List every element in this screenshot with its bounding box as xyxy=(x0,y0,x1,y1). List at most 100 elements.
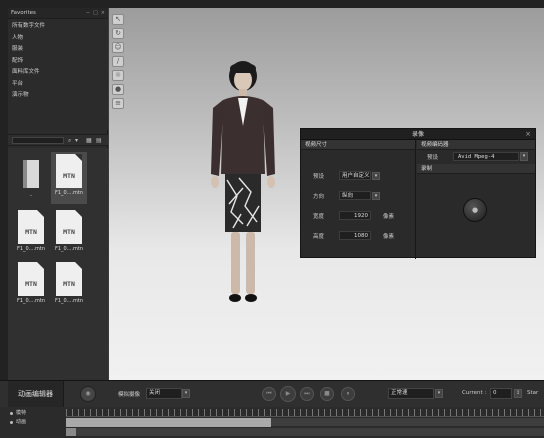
animation-toolbar: 动画编辑器 ◉ 模拟摄像 关闭 ▾ ⏮ ▶ ⏭ ■ ⏸ 正常速 ▾ Curren… xyxy=(0,381,544,407)
file-name: .. xyxy=(29,192,33,198)
encoder-section: 视频编码器 预设 Avid Mpeg-4 ▾ 录制 ● xyxy=(417,140,535,259)
close-icon[interactable]: × xyxy=(101,10,105,16)
file-name: F1_0....mtn xyxy=(54,298,84,304)
height-input[interactable]: 1080 xyxy=(339,231,371,240)
file-item[interactable]: MTN F1_0....mtn xyxy=(51,260,87,312)
file-icon: MTN xyxy=(56,262,82,296)
speed-select[interactable]: 正常速 xyxy=(388,388,434,399)
favorites-header: Favorites − □ × xyxy=(8,8,108,19)
favorites-item[interactable]: 配饰 xyxy=(12,56,104,68)
favorites-item[interactable]: 平台 xyxy=(12,79,104,91)
current-frame-input[interactable]: 0 xyxy=(490,388,512,399)
file-icon: MTN xyxy=(56,154,82,188)
section-header: 录制 xyxy=(417,164,535,174)
maximize-icon[interactable]: □ xyxy=(93,10,98,16)
height-unit: 像素 xyxy=(383,234,395,240)
window-frame-top xyxy=(0,0,544,8)
file-item-parent[interactable]: .. xyxy=(13,154,49,206)
list-view-icon[interactable]: ▤ xyxy=(96,137,102,144)
file-name: F1_0....mtn xyxy=(54,246,84,252)
avatar-mannequin[interactable] xyxy=(203,56,283,311)
left-panel: Favorites − □ × 所有数字文件 人物 服装 配饰 面料库文件 平台… xyxy=(8,8,108,380)
close-icon[interactable]: × xyxy=(525,129,531,140)
file-name: F1_0....mtn xyxy=(16,298,46,304)
encoder-select[interactable]: Avid Mpeg-4 xyxy=(453,152,519,161)
width-unit: 像素 xyxy=(383,214,395,220)
camera-sim-select[interactable]: 关闭 xyxy=(146,388,182,399)
dropdown-icon[interactable]: ▾ xyxy=(75,137,78,144)
width-input[interactable]: 1920 xyxy=(339,211,371,220)
width-label: 宽度 xyxy=(313,214,325,220)
record-button[interactable]: ● xyxy=(463,198,487,222)
timeline: 模特 动画 xyxy=(0,407,544,438)
chevron-down-icon[interactable]: ▾ xyxy=(372,172,380,180)
file-item[interactable]: MTN F1_0....mtn xyxy=(13,208,49,260)
search-icon[interactable]: ⌕ xyxy=(68,137,71,144)
chevron-down-icon[interactable]: ▾ xyxy=(182,389,190,398)
record-dialog: 录像 × 视频尺寸 预设 用户自定义 ▾ 方向 纵向 ▾ 宽度 1920 像素 … xyxy=(300,128,536,259)
light-icon[interactable]: ☼ xyxy=(112,70,124,81)
animation-editor-title: 动画编辑器 xyxy=(8,381,64,407)
favorites-item[interactable]: 演示物 xyxy=(12,90,104,102)
layers-icon[interactable]: ≡ xyxy=(112,98,124,109)
camera-icon[interactable]: ◉ xyxy=(80,386,96,402)
animation-clip[interactable] xyxy=(66,418,271,427)
favorites-list: 所有数字文件 人物 服装 配饰 面料库文件 平台 演示物 xyxy=(8,19,108,104)
3d-viewport[interactable]: ↖ ↻ ☺ ∕ ☼ ● ≡ 录像 × 视频尺寸 预设 用户自定义 ▾ 方向 纵向… xyxy=(109,8,544,380)
current-frame-label: Current : xyxy=(462,390,487,396)
file-icon: MTN xyxy=(18,210,44,244)
favorites-panel: Favorites − □ × 所有数字文件 人物 服装 配饰 面料库文件 平台… xyxy=(8,8,108,130)
section-header: 视频编码器 xyxy=(417,140,535,150)
animation-clip[interactable] xyxy=(66,428,76,436)
height-row: 高度 1080 像素 xyxy=(301,230,416,242)
track-list: 模特 动画 xyxy=(8,409,64,427)
favorites-item[interactable]: 面料库文件 xyxy=(12,67,104,79)
file-item[interactable]: MTN F1_0....mtn xyxy=(51,152,87,204)
encoder-row: 预设 Avid Mpeg-4 ▾ xyxy=(417,150,535,164)
chevron-down-icon[interactable]: ▾ xyxy=(520,152,528,161)
dialog-title: 录像 xyxy=(411,131,424,138)
favorites-item[interactable]: 所有数字文件 xyxy=(12,21,104,33)
favorites-title: Favorites xyxy=(11,10,36,16)
track-name[interactable]: 动画 xyxy=(8,418,64,427)
timeline-lane[interactable] xyxy=(66,428,544,436)
height-label: 高度 xyxy=(313,234,325,240)
cursor-icon[interactable]: ↖ xyxy=(112,14,124,25)
brush-icon[interactable]: ∕ xyxy=(112,56,124,67)
file-item[interactable]: MTN F1_0....mtn xyxy=(13,260,49,312)
video-size-section: 视频尺寸 预设 用户自定义 ▾ 方向 纵向 ▾ 宽度 1920 像素 高度 10… xyxy=(301,140,416,259)
start-label: Star xyxy=(527,390,539,396)
file-path-field[interactable] xyxy=(12,137,64,144)
preset-select[interactable]: 用户自定义 xyxy=(339,171,371,180)
stepper-icon[interactable]: ↕ xyxy=(514,389,522,398)
play-button[interactable]: ▶ xyxy=(280,386,296,402)
skip-forward-button[interactable]: ⏭ xyxy=(300,387,314,401)
chevron-down-icon[interactable]: ▾ xyxy=(435,389,443,398)
direction-select[interactable]: 纵向 xyxy=(339,191,371,200)
width-row: 宽度 1920 像素 xyxy=(301,210,416,222)
camera-icon: ● xyxy=(471,206,479,214)
rotate-icon[interactable]: ↻ xyxy=(112,28,124,39)
preset-label: 预设 xyxy=(313,174,325,180)
sphere-icon[interactable]: ● xyxy=(112,84,124,95)
dialog-title-bar: 录像 × xyxy=(301,129,535,140)
file-item[interactable]: MTN F1_0....mtn xyxy=(51,208,87,260)
file-browser-toolbar: ⌕ ▾ ▦ ▤ xyxy=(8,134,108,146)
stop-button[interactable]: ■ xyxy=(320,387,334,401)
viewport-toolbar: ↖ ↻ ☺ ∕ ☼ ● ≡ xyxy=(112,14,124,112)
favorites-item[interactable]: 人物 xyxy=(12,33,104,45)
pause-button[interactable]: ⏸ xyxy=(341,387,355,401)
timeline-ruler[interactable] xyxy=(66,409,544,417)
pose-icon[interactable]: ☺ xyxy=(112,42,124,53)
track-name[interactable]: 模特 xyxy=(8,409,64,418)
skip-back-button[interactable]: ⏮ xyxy=(262,387,276,401)
file-icon: MTN xyxy=(56,210,82,244)
file-icon: MTN xyxy=(18,262,44,296)
favorites-item[interactable]: 服装 xyxy=(12,44,104,56)
minimize-icon[interactable]: − xyxy=(86,10,90,16)
chevron-down-icon[interactable]: ▾ xyxy=(372,192,380,200)
file-grid: .. MTN F1_0....mtn MTN F1_0....mtn MTN F… xyxy=(8,148,108,380)
direction-label: 方向 xyxy=(313,194,325,200)
window-frame-left xyxy=(0,0,8,438)
grid-view-icon[interactable]: ▦ xyxy=(86,137,92,144)
